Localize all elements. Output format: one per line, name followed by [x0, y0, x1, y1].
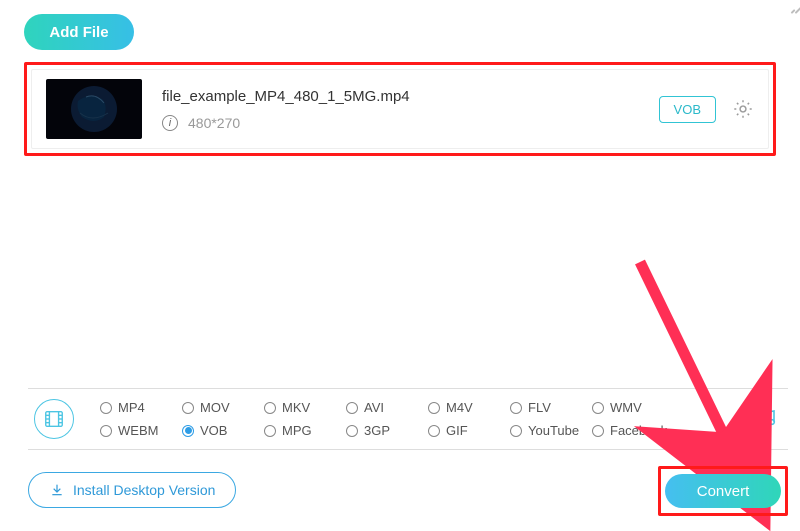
radio-icon [182, 425, 194, 437]
gear-icon [732, 98, 754, 120]
format-label: MOV [200, 400, 230, 415]
download-icon [49, 482, 65, 498]
install-desktop-button[interactable]: Install Desktop Version [28, 472, 236, 508]
radio-icon [264, 402, 276, 414]
format-option-mpg[interactable]: MPG [264, 423, 346, 438]
format-label: M4V [446, 400, 473, 415]
format-option-mp4[interactable]: MP4 [100, 400, 182, 415]
output-format-badge[interactable]: VOB [659, 96, 716, 123]
radio-icon [592, 425, 604, 437]
format-option-facebook[interactable]: Facebook [592, 423, 674, 438]
radio-icon [100, 402, 112, 414]
radio-icon [510, 425, 522, 437]
radio-icon [182, 402, 194, 414]
radio-icon [346, 402, 358, 414]
file-row[interactable]: file_example_MP4_480_1_5MG.mp4 i 480*270… [31, 69, 769, 149]
convert-button-highlight: Convert [658, 466, 788, 516]
format-label: MKV [282, 400, 310, 415]
file-meta: file_example_MP4_480_1_5MG.mp4 i 480*270 [162, 88, 410, 131]
format-option-vob[interactable]: VOB [182, 423, 264, 438]
file-resolution: 480*270 [188, 115, 240, 131]
format-label: WEBM [118, 423, 158, 438]
format-option-avi[interactable]: AVI [346, 400, 428, 415]
format-label: 3GP [364, 423, 390, 438]
format-option-flv[interactable]: FLV [510, 400, 592, 415]
format-label: Facebook [610, 423, 667, 438]
format-label: MP4 [118, 400, 145, 415]
format-bar: MP4 MOV MKV AVI M4V FLV WMV WEBM VOB MPG 3GP GIF You… [28, 388, 788, 450]
format-option-gif[interactable]: GIF [428, 423, 510, 438]
radio-icon [346, 425, 358, 437]
format-label: GIF [446, 423, 468, 438]
format-option-wmv[interactable]: WMV [592, 400, 674, 415]
format-option-mov[interactable]: MOV [182, 400, 264, 415]
settings-button[interactable] [732, 98, 754, 120]
file-row-highlight: file_example_MP4_480_1_5MG.mp4 i 480*270… [24, 62, 776, 156]
radio-icon [428, 425, 440, 437]
film-icon [43, 408, 65, 430]
install-desktop-label: Install Desktop Version [73, 482, 215, 498]
format-label: MPG [282, 423, 312, 438]
music-note-icon [754, 407, 778, 431]
radio-icon [264, 425, 276, 437]
format-grid: MP4 MOV MKV AVI M4V FLV WMV WEBM VOB MPG 3GP GIF You… [100, 400, 674, 438]
format-label: WMV [610, 400, 642, 415]
format-option-m4v[interactable]: M4V [428, 400, 510, 415]
convert-button[interactable]: Convert [665, 474, 781, 508]
format-label: AVI [364, 400, 384, 415]
format-option-webm[interactable]: WEBM [100, 423, 182, 438]
radio-icon [100, 425, 112, 437]
format-label: FLV [528, 400, 551, 415]
format-option-mkv[interactable]: MKV [264, 400, 346, 415]
radio-icon [428, 402, 440, 414]
format-label: YouTube [528, 423, 579, 438]
add-file-button[interactable]: Add File [24, 14, 134, 50]
video-tab-icon[interactable] [34, 399, 74, 439]
radio-icon [510, 402, 522, 414]
planet-thumbnail-icon [68, 83, 120, 135]
radio-icon [592, 402, 604, 414]
format-option-3gp[interactable]: 3GP [346, 423, 428, 438]
audio-tab-icon[interactable] [750, 403, 782, 435]
file-name: file_example_MP4_480_1_5MG.mp4 [162, 88, 410, 105]
video-thumbnail[interactable] [46, 79, 142, 139]
resize-corner-icon [784, 2, 798, 16]
info-icon[interactable]: i [162, 115, 178, 131]
format-option-youtube[interactable]: YouTube [510, 423, 592, 438]
format-label: VOB [200, 423, 227, 438]
